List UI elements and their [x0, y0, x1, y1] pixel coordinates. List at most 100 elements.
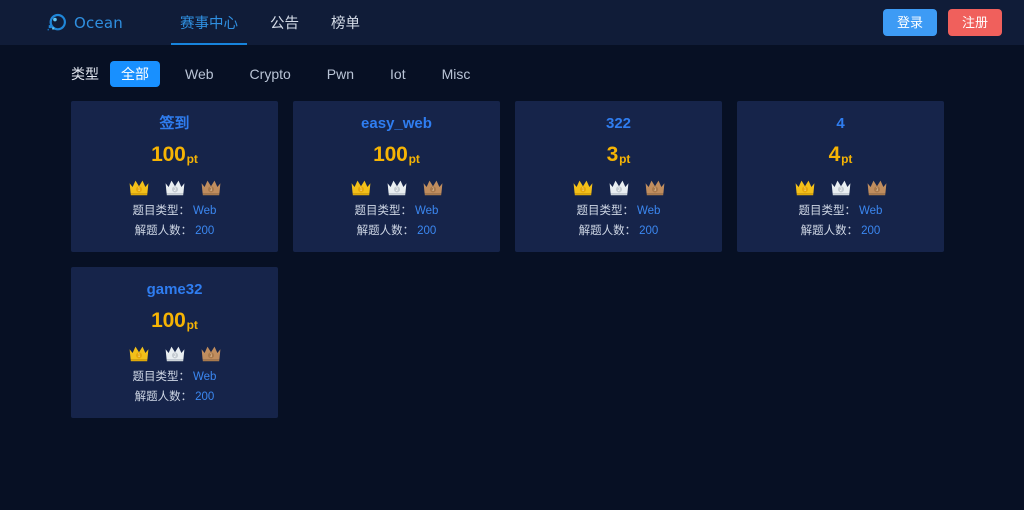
challenge-solves-label: 解题人数：	[134, 391, 193, 403]
bronze-crown-icon[interactable]: 3	[200, 344, 222, 362]
challenge-points-unit: pt	[186, 152, 198, 166]
challenge-category-row: 题目类型： Web	[133, 205, 217, 218]
challenge-card[interactable]: 322 3pt 1 2 3 题目类型： Web 解题人数： 200	[515, 101, 722, 252]
svg-text:2: 2	[173, 187, 176, 193]
gold-crown-icon[interactable]: 1	[572, 178, 594, 196]
challenge-category-row: 题目类型： Web	[577, 205, 661, 218]
challenge-meta: 题目类型： Web 解题人数： 200	[133, 371, 217, 404]
svg-text:3: 3	[653, 187, 656, 193]
svg-text:2: 2	[617, 187, 620, 193]
gold-crown-icon[interactable]: 1	[128, 178, 150, 196]
challenge-points-value: 4	[828, 143, 841, 166]
silver-crown-icon[interactable]: 2	[608, 178, 630, 196]
top-header: Ocean 赛事中心 公告 榜单 登录 注册	[0, 0, 1024, 45]
filter-chip-web[interactable]: Web	[174, 63, 225, 85]
challenge-points-value: 100	[373, 143, 408, 166]
challenge-category-label: 题目类型：	[132, 371, 191, 383]
challenge-solves-label: 解题人数：	[134, 225, 193, 237]
challenge-solves-label: 解题人数：	[578, 225, 637, 237]
challenge-solves-row: 解题人数： 200	[135, 391, 215, 404]
silver-crown-icon[interactable]: 2	[164, 178, 186, 196]
svg-text:2: 2	[173, 353, 176, 359]
challenge-points-unit: pt	[841, 152, 853, 166]
challenge-category-value: Web	[415, 205, 439, 217]
filter-chip-all[interactable]: 全部	[110, 61, 160, 87]
login-button[interactable]: 登录	[882, 9, 937, 36]
top-solver-crowns: 1 2 3	[572, 178, 666, 196]
challenge-card[interactable]: easy_web 100pt 1 2 3 题目类型： Web 解题人数： 200	[293, 101, 500, 252]
challenge-title: 322	[605, 115, 632, 132]
challenge-title: easy_web	[361, 115, 432, 132]
challenge-points: 100pt	[373, 143, 420, 169]
silver-crown-icon[interactable]: 2	[164, 344, 186, 362]
challenge-solves-value: 200	[195, 391, 215, 403]
challenge-card[interactable]: 4 4pt 1 2 3 题目类型： Web 解题人数： 200	[737, 101, 944, 252]
challenge-points: 3pt	[607, 143, 631, 169]
bronze-crown-icon[interactable]: 3	[866, 178, 888, 196]
nav-label: 公告	[269, 16, 299, 32]
svg-text:2: 2	[395, 187, 398, 193]
svg-text:1: 1	[359, 187, 362, 193]
challenge-card-grid: 签到 100pt 1 2 3 题目类型： Web 解题人数： 200 easy_…	[0, 101, 1024, 418]
filter-chip-crypto[interactable]: Crypto	[239, 63, 302, 85]
challenge-points: 100pt	[151, 143, 198, 169]
brand-logo-link[interactable]: Ocean	[47, 0, 123, 45]
svg-text:1: 1	[803, 187, 806, 193]
challenge-solves-value: 200	[195, 225, 215, 237]
header-actions: 登录 注册	[882, 9, 1002, 36]
bronze-crown-icon[interactable]: 3	[200, 178, 222, 196]
top-solver-crowns: 1 2 3	[128, 178, 222, 196]
silver-crown-icon[interactable]: 2	[386, 178, 408, 196]
challenge-solves-row: 解题人数： 200	[579, 225, 659, 238]
svg-text:1: 1	[581, 187, 584, 193]
category-filter-bar: 类型 全部 Web Crypto Pwn Iot Misc	[0, 45, 1024, 101]
challenge-solves-label: 解题人数：	[800, 225, 859, 237]
challenge-solves-value: 200	[861, 225, 881, 237]
challenge-category-row: 题目类型： Web	[133, 371, 217, 384]
svg-text:1: 1	[137, 187, 140, 193]
filter-label: 类型	[71, 66, 99, 82]
nav-label: 赛事中心	[179, 16, 238, 32]
challenge-solves-value: 200	[417, 225, 437, 237]
challenge-meta: 题目类型： Web 解题人数： 200	[355, 205, 439, 238]
challenge-category-label: 题目类型：	[354, 205, 413, 217]
gold-crown-icon[interactable]: 1	[794, 178, 816, 196]
challenge-category-row: 题目类型： Web	[355, 205, 439, 218]
gold-crown-icon[interactable]: 1	[350, 178, 372, 196]
filter-chip-pwn[interactable]: Pwn	[316, 63, 365, 85]
challenge-points-value: 100	[151, 309, 186, 332]
nav-item-competition-center[interactable]: 赛事中心	[164, 0, 254, 45]
challenge-points-unit: pt	[186, 318, 198, 332]
top-solver-crowns: 1 2 3	[128, 344, 222, 362]
challenge-points-unit: pt	[408, 152, 420, 166]
challenge-points: 100pt	[151, 309, 198, 335]
svg-text:3: 3	[209, 187, 212, 193]
bronze-crown-icon[interactable]: 3	[422, 178, 444, 196]
signup-button[interactable]: 注册	[947, 9, 1002, 36]
challenge-title: 4	[836, 115, 845, 132]
nav-item-announcements[interactable]: 公告	[254, 0, 315, 45]
filter-chip-misc[interactable]: Misc	[431, 63, 482, 85]
challenge-points-value: 3	[606, 143, 619, 166]
silver-crown-icon[interactable]: 2	[830, 178, 852, 196]
top-solver-crowns: 1 2 3	[350, 178, 444, 196]
challenge-category-label: 题目类型：	[132, 205, 191, 217]
challenge-card[interactable]: 签到 100pt 1 2 3 题目类型： Web 解题人数： 200	[71, 101, 278, 252]
challenge-meta: 题目类型： Web 解题人数： 200	[133, 205, 217, 238]
challenge-points: 4pt	[829, 143, 853, 169]
svg-text:1: 1	[137, 353, 140, 359]
svg-text:3: 3	[875, 187, 878, 193]
challenge-category-value: Web	[637, 205, 661, 217]
challenge-points-unit: pt	[619, 152, 631, 166]
challenge-category-label: 题目类型：	[798, 205, 857, 217]
brand-name: Ocean	[74, 13, 123, 32]
challenge-meta: 题目类型： Web 解题人数： 200	[577, 205, 661, 238]
filter-chip-iot[interactable]: Iot	[379, 63, 417, 85]
challenge-points-value: 100	[151, 143, 186, 166]
gold-crown-icon[interactable]: 1	[128, 344, 150, 362]
challenge-category-value: Web	[193, 371, 217, 383]
bronze-crown-icon[interactable]: 3	[644, 178, 666, 196]
challenge-solves-value: 200	[639, 225, 659, 237]
nav-item-leaderboard[interactable]: 榜单	[315, 0, 376, 45]
challenge-card[interactable]: game32 100pt 1 2 3 题目类型： Web 解题人数： 200	[71, 267, 278, 418]
